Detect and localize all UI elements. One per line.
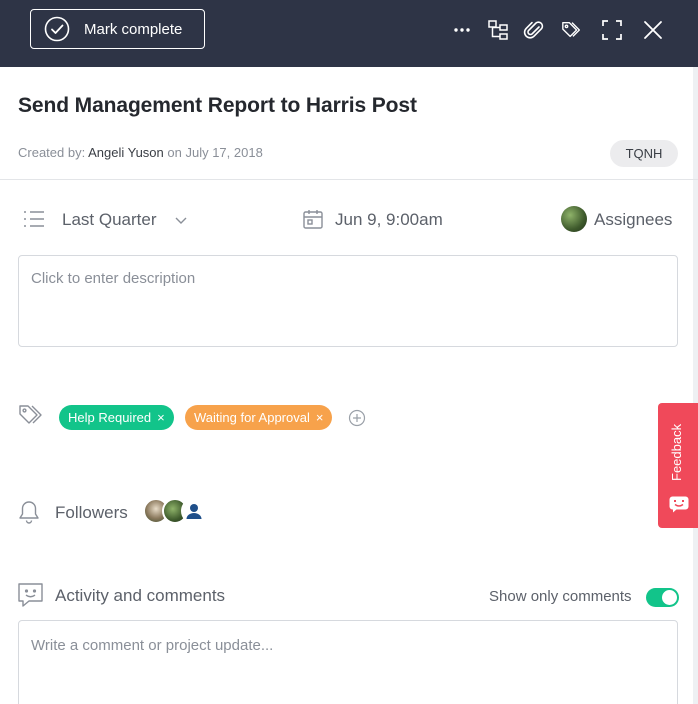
show-only-comments-toggle[interactable] — [646, 588, 679, 607]
created-on-prefix: on — [163, 145, 186, 160]
more-icon[interactable] — [450, 18, 474, 42]
close-icon[interactable] — [641, 18, 665, 42]
user-icon — [183, 500, 205, 522]
tags-icon — [19, 405, 42, 424]
bell-icon — [19, 501, 39, 524]
assignee-avatar[interactable] — [561, 206, 587, 232]
tag-help-required[interactable]: Help Required × — [59, 405, 174, 430]
show-only-comments-label: Show only comments — [489, 588, 632, 605]
tag-waiting-for-approval[interactable]: Waiting for Approval × — [185, 405, 333, 430]
remove-tag-icon[interactable]: × — [316, 410, 324, 425]
chat-face-icon — [669, 496, 689, 513]
divider — [0, 179, 698, 180]
tag-label: Help Required — [68, 410, 152, 425]
expand-icon[interactable] — [600, 18, 624, 42]
activity-title: Activity and comments — [55, 586, 226, 605]
subtasks-icon[interactable] — [486, 18, 510, 42]
list-icon — [24, 211, 44, 227]
section-select[interactable]: Last Quarter — [62, 210, 157, 230]
task-code-badge: TQNH — [610, 140, 678, 167]
due-date[interactable]: Jun 9, 9:00am — [335, 210, 443, 230]
description-placeholder: Click to enter description — [31, 270, 196, 287]
comment-placeholder: Write a comment or project update... — [31, 637, 274, 654]
chevron-down-icon[interactable] — [174, 213, 188, 227]
tag-label: Waiting for Approval — [194, 410, 310, 425]
followers-row: Followers — [0, 495, 698, 531]
created-date: July 17, 2018 — [185, 145, 263, 160]
creator-name: Angeli Yuson — [88, 145, 164, 160]
created-by-prefix: Created by: — [18, 145, 89, 160]
feedback-label: Feedback — [669, 423, 684, 481]
task-toolbar: Mark complete — [0, 0, 698, 67]
followers-label: Followers — [55, 503, 128, 522]
mark-complete-button[interactable]: Mark complete — [30, 9, 205, 49]
comment-smile-icon — [18, 583, 43, 607]
task-title[interactable]: Send Management Report to Harris Post — [18, 94, 417, 118]
mark-complete-label: Mark complete — [84, 20, 183, 38]
attachment-icon[interactable] — [522, 18, 546, 42]
activity-header: Activity and comments Show only comments — [0, 580, 698, 612]
remove-tag-icon[interactable]: × — [157, 410, 165, 425]
toggle-knob — [662, 590, 677, 605]
add-tag-icon[interactable] — [348, 409, 366, 427]
task-meta-row: Last Quarter Jun 9, 9:00am Assignees — [0, 200, 698, 240]
tag-icon[interactable] — [560, 18, 584, 42]
check-circle-icon — [44, 16, 70, 42]
feedback-tab[interactable]: Feedback — [658, 403, 698, 528]
tags-row: Help Required × Waiting for Approval × — [0, 402, 698, 432]
created-by-text: Created by: Angeli Yuson on July 17, 201… — [18, 145, 263, 160]
assignees-button[interactable]: Assignees — [594, 210, 672, 230]
comment-input[interactable]: Write a comment or project update... — [18, 620, 678, 704]
calendar-icon — [303, 210, 323, 229]
description-field[interactable]: Click to enter description — [18, 255, 678, 347]
follower-avatar[interactable] — [181, 498, 207, 524]
